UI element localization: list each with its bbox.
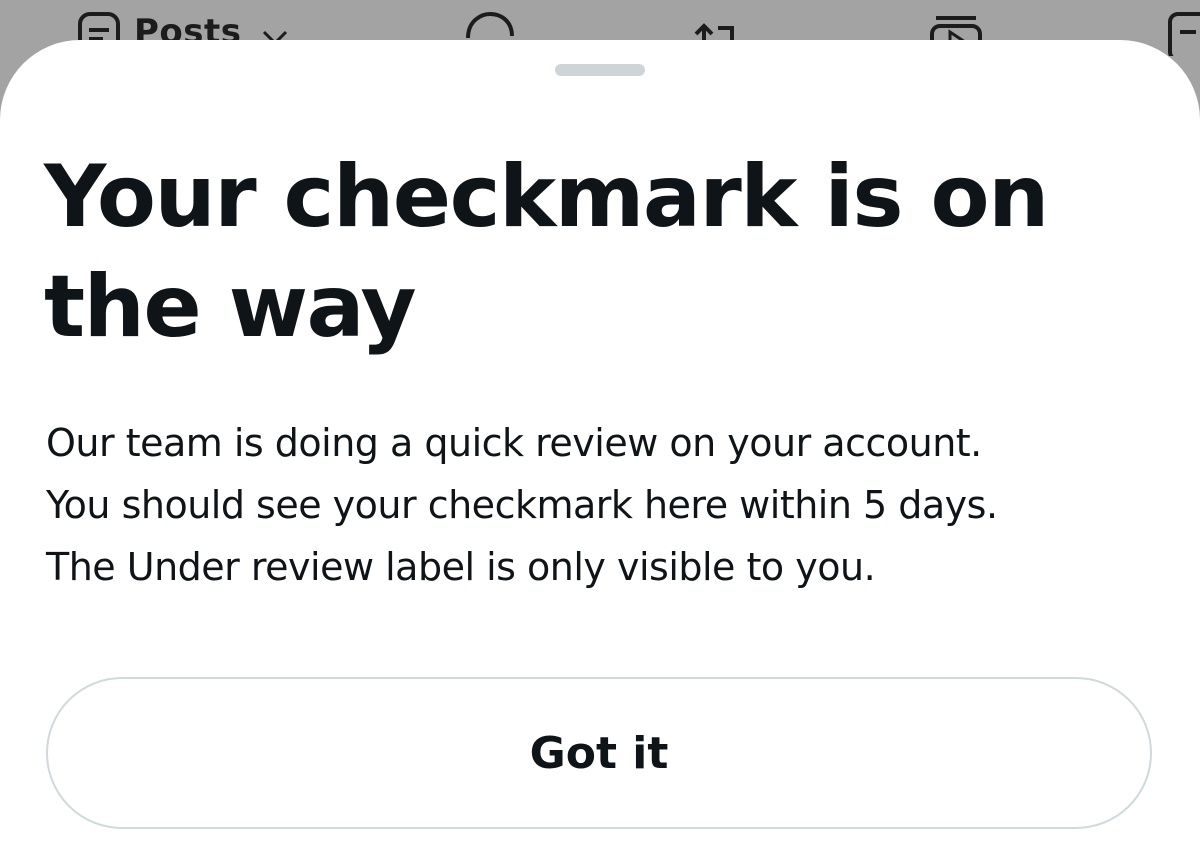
compose-icon — [1168, 12, 1200, 56]
body-line: Our team is doing a quick review on your… — [46, 421, 982, 465]
compose-button[interactable] — [1166, 8, 1200, 56]
sheet-drag-handle[interactable] — [555, 64, 645, 76]
screen: Posts Your checkmark is on the way Our t… — [0, 0, 1200, 867]
checkmark-bottom-sheet: Your checkmark is on the way Our team is… — [0, 40, 1200, 867]
sheet-body: Our team is doing a quick review on your… — [46, 412, 1166, 598]
sheet-title: Your checkmark is on the way — [44, 147, 1049, 357]
got-it-button[interactable]: Got it — [46, 677, 1152, 829]
body-line: The Under review label is only visible t… — [46, 545, 876, 589]
body-line: You should see your checkmark here withi… — [46, 483, 998, 527]
got-it-label: Got it — [529, 727, 669, 779]
